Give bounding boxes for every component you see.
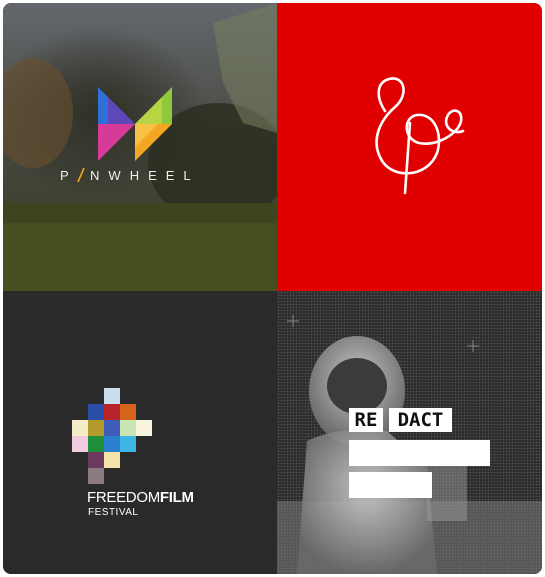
- pinwheel-tile[interactable]: P NWHEEL: [3, 3, 277, 291]
- pinwheel-slash-mark: [77, 168, 85, 182]
- freedom-film-pixel-logo-icon: [72, 388, 152, 484]
- pinwheel-logo-icon: [98, 87, 172, 161]
- redact-word-right: DACT: [389, 408, 452, 432]
- ampersand-tile[interactable]: [277, 3, 542, 291]
- astronaut-photo-background: [277, 291, 542, 574]
- freedom-film-wordmark: FREEDOMFILM: [87, 489, 194, 506]
- freedom-word: FREEDOM: [87, 489, 160, 506]
- logo-gallery: P NWHEEL FREEDOMFILM FESTIVAL RE DACT: [3, 3, 542, 574]
- redact-word-left: RE: [349, 408, 383, 432]
- redact-tile[interactable]: RE DACT: [277, 291, 542, 574]
- freedom-film-tile[interactable]: FREEDOMFILM FESTIVAL: [3, 291, 277, 574]
- redaction-bar-long: [349, 440, 490, 466]
- film-word: FILM: [159, 489, 194, 506]
- festival-subtitle: FESTIVAL: [88, 507, 139, 518]
- ampersand-logo-icon: [375, 77, 465, 195]
- redaction-bar-short: [349, 472, 432, 498]
